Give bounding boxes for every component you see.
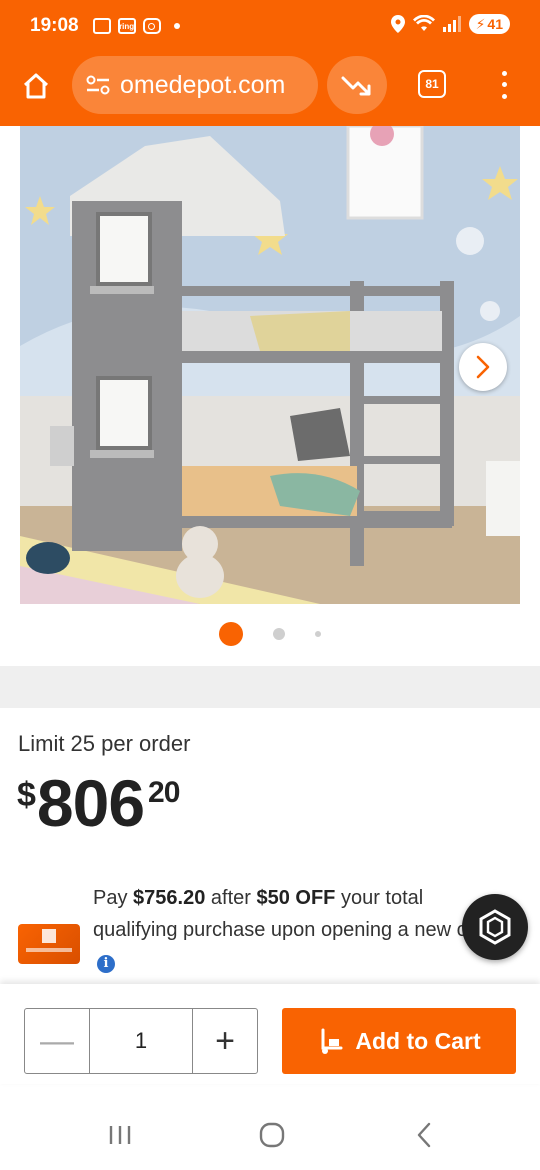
quantity-input[interactable]: 1	[89, 1009, 193, 1073]
promo-after: after	[205, 887, 257, 909]
price-tracking-button[interactable]	[327, 56, 387, 114]
chevron-right-icon	[476, 355, 490, 379]
add-to-cart-label: Add to Cart	[355, 1027, 481, 1054]
promo-off-amount: $50 OFF	[256, 887, 336, 909]
ring-app-icon: ring	[117, 18, 136, 34]
address-bar[interactable]: omedepot.com	[72, 56, 318, 114]
browser-toolbar: omedepot.com 81	[0, 52, 540, 126]
recent-apps-icon	[109, 1126, 131, 1144]
home-icon	[23, 73, 49, 99]
hexagon-assistant-icon	[479, 909, 511, 945]
signal-icon	[442, 16, 461, 32]
order-limit-text: Limit 25 per order	[18, 731, 191, 756]
price-cents: 20	[148, 776, 180, 809]
price-currency: $	[17, 776, 36, 814]
add-to-cart-button[interactable]: Add to Cart	[282, 1008, 516, 1074]
location-icon	[390, 15, 405, 33]
charging-bolt-icon: ⚡	[475, 15, 486, 32]
back-button[interactable]	[404, 1118, 444, 1152]
info-icon[interactable]: i	[97, 955, 115, 973]
section-divider	[0, 666, 540, 708]
promo-pay-prefix: Pay	[93, 887, 134, 909]
battery-indicator: ⚡ 41	[468, 14, 510, 34]
store-credit-card-image	[18, 924, 80, 964]
pagination-dot-active[interactable]	[219, 622, 243, 646]
battery-level: 41	[487, 16, 503, 32]
dolly-cart-icon	[321, 1028, 343, 1054]
product-price: $ 806 20	[17, 766, 180, 840]
site-settings-icon	[86, 75, 110, 95]
next-image-button[interactable]	[459, 343, 507, 391]
status-time: 19:08	[30, 15, 79, 36]
home-button[interactable]	[16, 66, 56, 106]
decrease-quantity-button[interactable]: —	[25, 1009, 89, 1073]
promo-pay-amount: $756.20	[133, 887, 206, 909]
bunk-bed-photo	[20, 126, 520, 604]
product-image[interactable]	[20, 126, 520, 604]
card-number-stripe	[26, 948, 72, 952]
home-nav-button[interactable]	[252, 1118, 292, 1152]
menu-dot	[501, 93, 507, 99]
quantity-stepper: — 1 +	[24, 1008, 258, 1074]
credit-card-promo: Pay $756.20 after $50 OFF your total qua…	[0, 880, 540, 980]
home-circle-icon	[259, 1122, 285, 1148]
more-notifications-dot	[173, 23, 180, 29]
menu-dot	[501, 71, 507, 77]
gallery-pagination	[0, 622, 540, 646]
url-text: omedepot.com	[120, 70, 286, 99]
wifi-icon	[412, 15, 435, 31]
status-bar: 19:08 ring ⚡ 41	[0, 0, 540, 52]
price-whole: 806	[36, 766, 145, 840]
increase-quantity-button[interactable]: +	[193, 1009, 257, 1073]
back-chevron-icon	[417, 1122, 431, 1148]
menu-dot	[501, 82, 507, 88]
instagram-icon	[142, 18, 161, 34]
product-gallery	[0, 126, 540, 666]
system-navigation-bar	[0, 1100, 540, 1170]
add-to-cart-bar: — 1 + Add to Cart	[0, 984, 540, 1084]
screenshot-icon	[92, 18, 111, 34]
pagination-dot[interactable]	[315, 631, 321, 637]
recent-apps-button[interactable]	[100, 1118, 140, 1152]
tab-switcher-button[interactable]: 81	[418, 70, 446, 98]
browser-menu-button[interactable]	[492, 68, 516, 102]
promo-text: Pay $756.20 after $50 OFF your total qua…	[93, 882, 513, 978]
trending-down-icon	[341, 76, 371, 96]
pagination-dot[interactable]	[273, 628, 285, 640]
chat-assistant-button[interactable]	[462, 894, 528, 960]
card-logo	[42, 929, 56, 943]
